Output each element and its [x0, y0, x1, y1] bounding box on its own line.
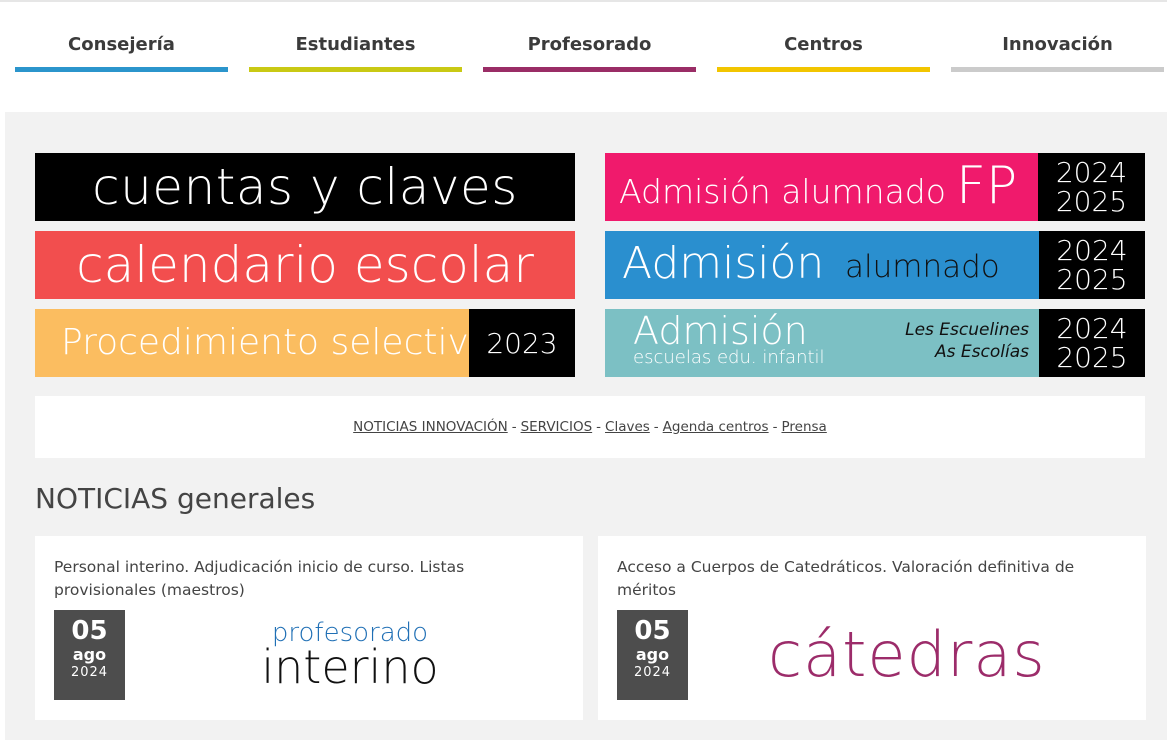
link-separator: - [653, 419, 659, 435]
news-date-day: 05 [634, 616, 671, 646]
news-title-link[interactable]: Acceso a Cuerpos de Catedráticos. Valora… [617, 556, 1127, 602]
banner-admision-infantil[interactable]: Admisión escuelas edu. infantil Les Escu… [605, 309, 1145, 377]
news-date-year: 2024 [633, 665, 672, 680]
banner-year-start: 2024 [1056, 312, 1128, 345]
nav-color-bar [15, 67, 228, 72]
banner-year: 2023 [469, 309, 575, 377]
nav-consejeria[interactable]: Consejería [15, 30, 228, 72]
link-claves[interactable]: Claves [605, 419, 650, 435]
news-title-link[interactable]: Personal interino. Adjudicación inicio d… [54, 556, 564, 602]
link-separator: - [511, 419, 517, 435]
banner-year-end: 2025 [1056, 341, 1128, 374]
banner-year-block: 2024 2025 [1039, 309, 1145, 377]
news-date-year: 2024 [70, 665, 109, 680]
banner-procedimiento-selectivo[interactable]: Procedimiento selectivo 2023 [35, 309, 575, 377]
banner-year-end: 2025 [1056, 263, 1128, 296]
banner-text-asturian: Les Escuelines [905, 320, 1029, 340]
news-date-month: ago [72, 645, 107, 664]
logo-text-line2: interino [261, 640, 439, 694]
news-date-month: ago [635, 645, 670, 664]
nav-color-bar [951, 67, 1164, 72]
banner-admision-alumnado[interactable]: Admisión alumnado 2024 2025 [605, 231, 1145, 299]
quick-links-bar: NOTICIAS INNOVACIÓN - SERVICIOS - Claves… [35, 396, 1145, 458]
banner-year-end: 2025 [1055, 185, 1128, 218]
banner-calendario-escolar[interactable]: calendario escolar [35, 231, 575, 299]
link-separator: - [772, 419, 778, 435]
nav-centros[interactable]: Centros [717, 30, 930, 72]
main-nav: Consejería Estudiantes Profesorado Centr… [0, 0, 1167, 112]
nav-label: Innovación [1002, 34, 1113, 55]
news-date-badge: 05 ago 2024 [54, 610, 125, 700]
link-servicios[interactable]: SERVICIOS [521, 419, 593, 435]
banner-admision-fp[interactable]: Admisión alumnado FP 2024 2025 [605, 153, 1145, 221]
banner-text-sub: alumnado [845, 249, 1000, 285]
news-logo-catedras[interactable]: cátedras [768, 618, 1046, 691]
banner-year-block: 2024 2025 [1039, 231, 1145, 299]
banner-year-start: 2024 [1055, 156, 1128, 189]
banner-text: calendario escolar [76, 236, 534, 294]
link-prensa[interactable]: Prensa [781, 419, 826, 435]
nav-profesorado[interactable]: Profesorado [483, 30, 696, 72]
news-card: Personal interino. Adjudicación inicio d… [35, 536, 583, 720]
banner-text-sub: escuelas edu. infantil [633, 347, 825, 368]
link-noticias-innovacion[interactable]: NOTICIAS INNOVACIÓN [353, 419, 508, 435]
nav-label: Estudiantes [295, 34, 416, 55]
banner-text: Procedimiento selectivo [61, 322, 491, 363]
banner-text: Admisión alumnado FP [619, 153, 1017, 221]
nav-color-bar [249, 67, 462, 72]
news-date-day: 05 [71, 616, 108, 646]
section-title: NOTICIAS generales [35, 482, 316, 515]
nav-label: Profesorado [527, 34, 652, 55]
link-separator: - [596, 419, 602, 435]
banner-text: cuentas y claves [92, 158, 518, 216]
nav-estudiantes[interactable]: Estudiantes [249, 30, 462, 72]
banner-cuentas-claves[interactable]: cuentas y claves [35, 153, 575, 221]
link-agenda-centros[interactable]: Agenda centros [663, 419, 769, 435]
news-date-badge: 05 ago 2024 [617, 610, 688, 700]
banner-text-main: Admisión [633, 309, 808, 353]
banner-text-regional: Les Escuelines As Escolías [905, 319, 1029, 363]
banner-year-block: 2024 2025 [1038, 153, 1145, 221]
nav-color-bar [717, 67, 930, 72]
banner-text-main: Admisión [622, 238, 825, 289]
nav-innovacion[interactable]: Innovación [951, 30, 1164, 72]
content-panel: cuentas y claves calendario escolar Proc… [5, 112, 1167, 740]
banner-year-start: 2024 [1056, 234, 1128, 267]
banner-text-fp: FP [955, 156, 1018, 216]
nav-label: Consejería [68, 34, 175, 55]
banner-text-main: Admisión alumnado [619, 172, 946, 211]
nav-color-bar [483, 67, 696, 72]
nav-label: Centros [784, 34, 863, 55]
news-card: Acceso a Cuerpos de Catedráticos. Valora… [598, 536, 1146, 720]
banner-text-galician: As Escolías [935, 342, 1029, 362]
news-logo-profesorado-interino[interactable]: profesorado interino [260, 618, 440, 690]
